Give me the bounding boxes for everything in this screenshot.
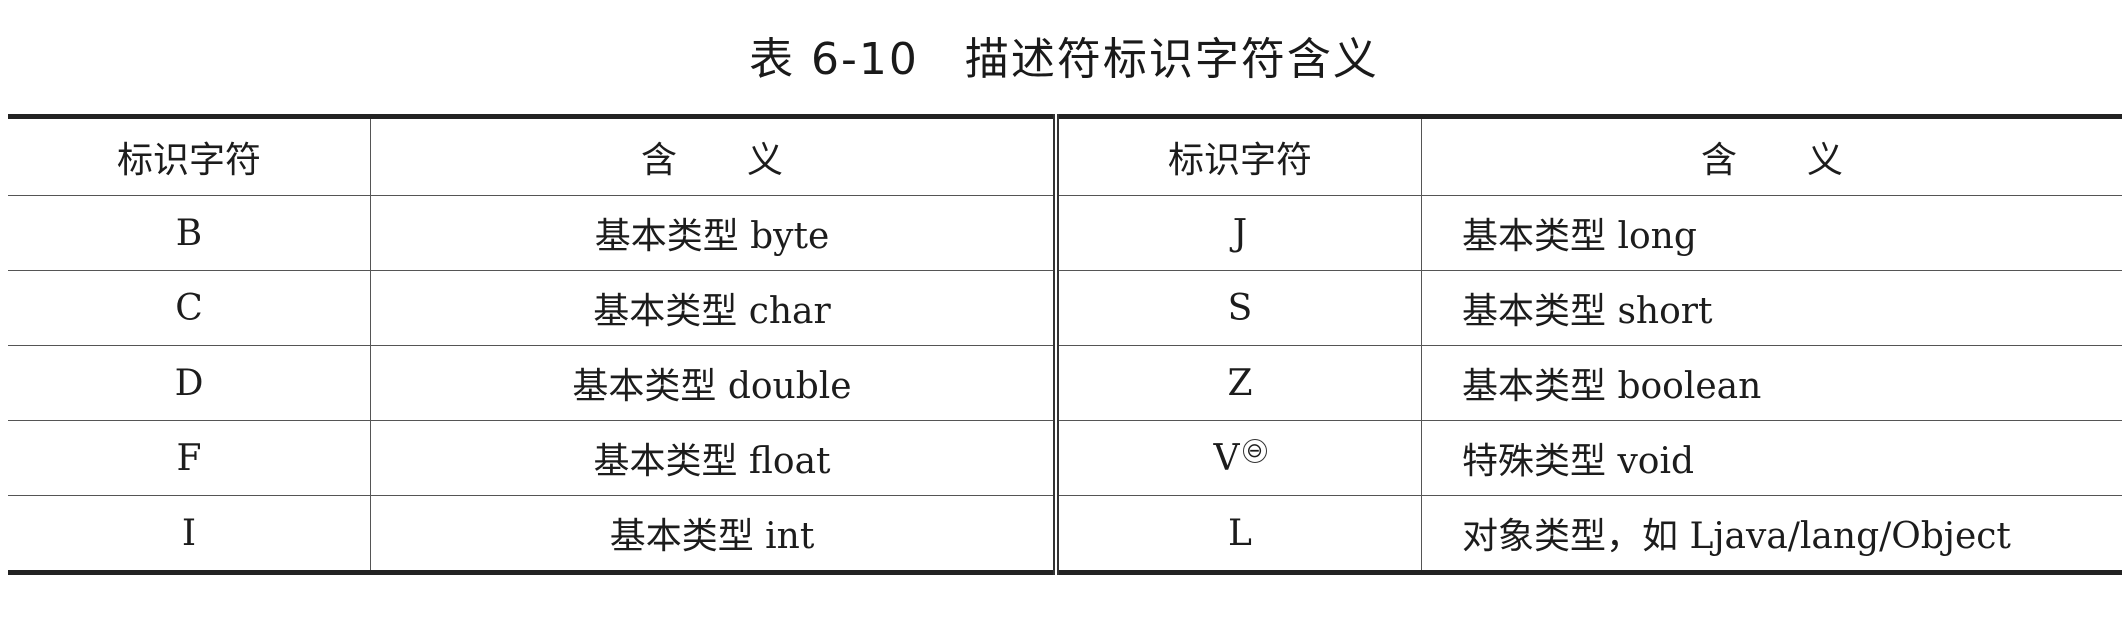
char-cell: F bbox=[8, 420, 371, 496]
meaning-cell: 基本类型 long bbox=[1421, 195, 2122, 271]
char-cell: Z bbox=[1053, 345, 1422, 421]
char-cell: D bbox=[8, 345, 371, 421]
char-cell: B bbox=[8, 195, 371, 271]
char-cell: L bbox=[1053, 495, 1422, 573]
table-row: C 基本类型 char S 基本类型 short bbox=[8, 270, 2122, 346]
char-text: V bbox=[1213, 437, 1240, 479]
table-number: 表 6-10 bbox=[749, 34, 919, 85]
header-meaning-right: 含义 bbox=[1421, 116, 2122, 196]
meaning-cell: 基本类型 int bbox=[370, 495, 1056, 573]
header-meaning-left: 含义 bbox=[370, 116, 1056, 196]
table-title: 描述符标识字符含义 bbox=[964, 34, 1379, 85]
meaning-cell: 基本类型 boolean bbox=[1421, 345, 2122, 421]
meaning-cell: 特殊类型 void bbox=[1421, 420, 2122, 496]
meaning-cell: 基本类型 char bbox=[370, 270, 1056, 346]
char-cell: I bbox=[181, 512, 197, 554]
meaning-cell: 基本类型 short bbox=[1421, 270, 2122, 346]
char-cell: S bbox=[1053, 270, 1422, 346]
descriptor-table: 标识字符 含义 标识字符 含义 B 基本类型 byte J 基本类型 long … bbox=[8, 114, 2122, 575]
meaning-cell: 基本类型 float bbox=[370, 420, 1056, 496]
char-cell: C bbox=[8, 270, 371, 346]
table-row: F 基本类型 float V ⊖ 特殊类型 void bbox=[8, 420, 2122, 496]
meaning-cell: 对象类型，如 Ljava/lang/Object bbox=[1421, 495, 2122, 573]
char-cell-with-note: V ⊖ bbox=[1053, 420, 1422, 496]
footnote-marker: ⊖ bbox=[1242, 438, 1267, 463]
table-caption: 表 6-10 描述符标识字符含义 bbox=[0, 20, 2128, 100]
header-char-left: 标识字符 bbox=[8, 116, 371, 196]
table-row: D 基本类型 double Z 基本类型 boolean bbox=[8, 345, 2122, 421]
header-char-right: 标识字符 bbox=[1053, 116, 1422, 196]
meaning-cell: 基本类型 byte bbox=[370, 195, 1056, 271]
table-row: I 基本类型 int L 对象类型，如 Ljava/lang/Object bbox=[8, 495, 2122, 573]
table-row: B 基本类型 byte J 基本类型 long bbox=[8, 195, 2122, 271]
meaning-cell: 基本类型 double bbox=[370, 345, 1056, 421]
header-row: 标识字符 含义 标识字符 含义 bbox=[8, 116, 2122, 196]
char-cell: J bbox=[1053, 195, 1422, 271]
